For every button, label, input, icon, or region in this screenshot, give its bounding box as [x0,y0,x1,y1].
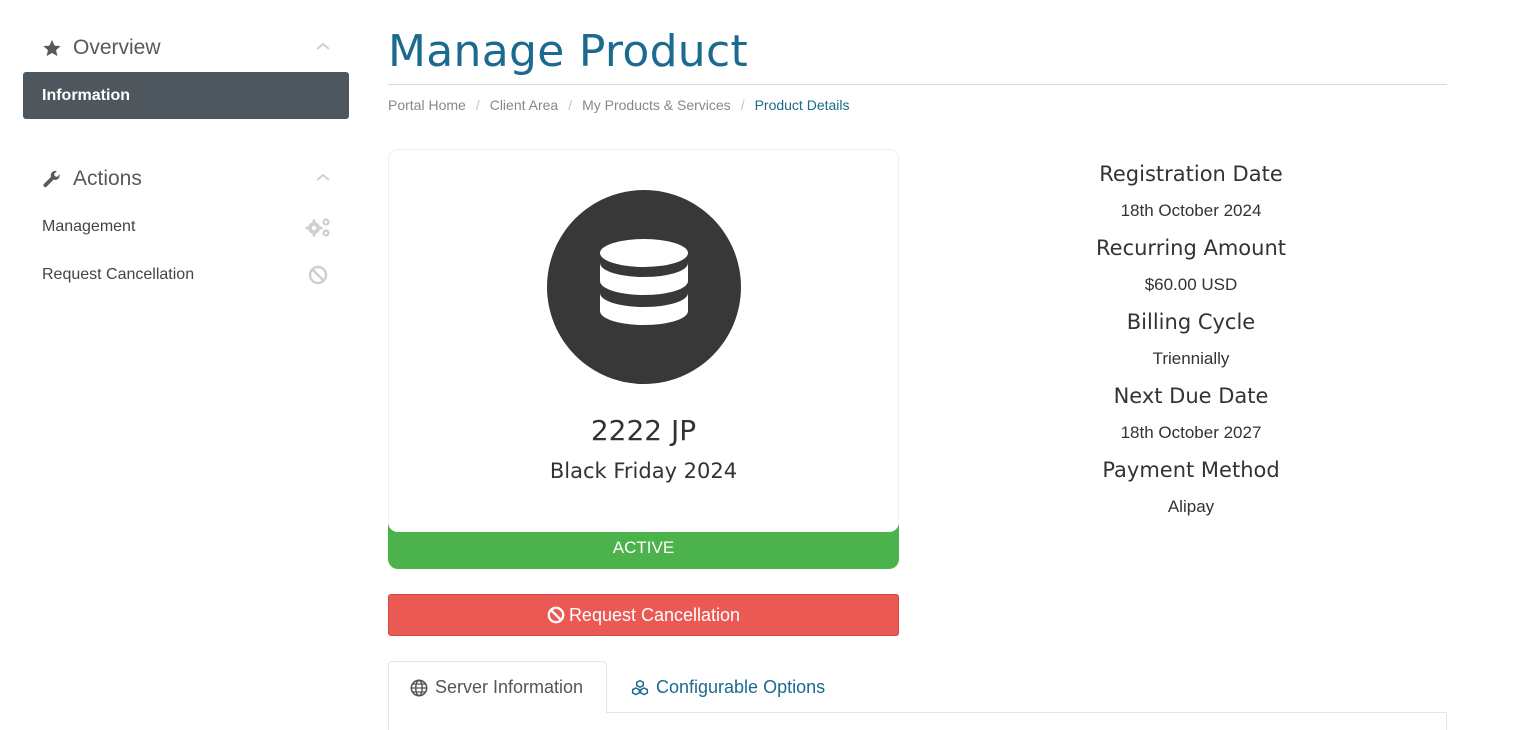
sidebar-item-request-cancellation[interactable]: Request Cancellation [23,251,349,299]
sidebar-heading-overview[interactable]: Overview [23,24,349,72]
breadcrumb-client-area[interactable]: Client Area [490,97,558,113]
breadcrumb-separator: / [740,97,745,113]
sidebar-item-label: Request Cancellation [42,266,195,283]
product-card: 2222 JP Black Friday 2024 [388,149,899,532]
ban-icon [547,606,565,624]
sidebar-item-information[interactable]: Information [23,72,349,119]
tab-label: Configurable Options [656,677,826,697]
main-content: Manage Product Portal Home / Client Area… [388,0,1447,636]
wrench-icon [41,168,63,190]
gears-icon [305,215,331,239]
database-icon [546,190,741,384]
tab-content-panel [388,713,1447,730]
globe-icon [410,679,428,697]
detail-label: Payment Method [1102,458,1280,482]
product-details: Registration Date 18th October 2024 Recu… [1036,157,1346,527]
sidebar-heading-actions[interactable]: Actions [23,155,349,203]
page-title: Manage Product [388,26,749,77]
card-bottom-edge [388,521,899,532]
request-cancellation-label: Request Cancellation [568,604,741,625]
chevron-up-icon[interactable] [315,38,331,50]
star-icon [41,37,63,59]
breadcrumb-separator: / [475,97,480,113]
detail-value: Alipay [1167,497,1215,516]
detail-label: Billing Cycle [1126,310,1256,334]
breadcrumb-portal-home[interactable]: Portal Home [388,97,466,113]
breadcrumb: Portal Home / Client Area / My Products … [388,97,1447,113]
detail-value: Triennially [1152,349,1230,368]
detail-label: Registration Date [1099,162,1283,186]
detail-value: 18th October 2027 [1120,423,1262,442]
sidebar-heading-title: Overview [73,36,161,59]
tab-server-information[interactable]: Server Information [388,661,607,714]
tab-bar: Server Information Configurable Options [388,661,1447,714]
sidebar-heading-title: Actions [73,167,142,190]
sidebar: Overview Information Actions Management [23,24,349,299]
breadcrumb-my-products[interactable]: My Products & Services [582,97,731,113]
sidebar-item-label: Management [42,218,136,235]
product-name: 2222 JP [590,414,697,447]
detail-label: Next Due Date [1113,384,1269,408]
breadcrumb-separator: / [568,97,573,113]
title-divider [388,84,1447,85]
detail-value: 18th October 2024 [1120,201,1262,220]
breadcrumb-product-details: Product Details [754,97,850,113]
request-cancellation-button[interactable]: Request Cancellation [388,594,899,636]
sidebar-item-management[interactable]: Management [23,203,349,251]
detail-label: Recurring Amount [1096,236,1286,260]
product-group: Black Friday 2024 [549,459,738,483]
tab-configurable-options[interactable]: Configurable Options [631,661,825,714]
tab-label: Server Information [435,677,584,697]
ban-icon [305,263,331,287]
chevron-up-icon[interactable] [315,169,331,181]
cubes-icon [631,679,649,697]
detail-value: $60.00 USD [1144,275,1238,294]
